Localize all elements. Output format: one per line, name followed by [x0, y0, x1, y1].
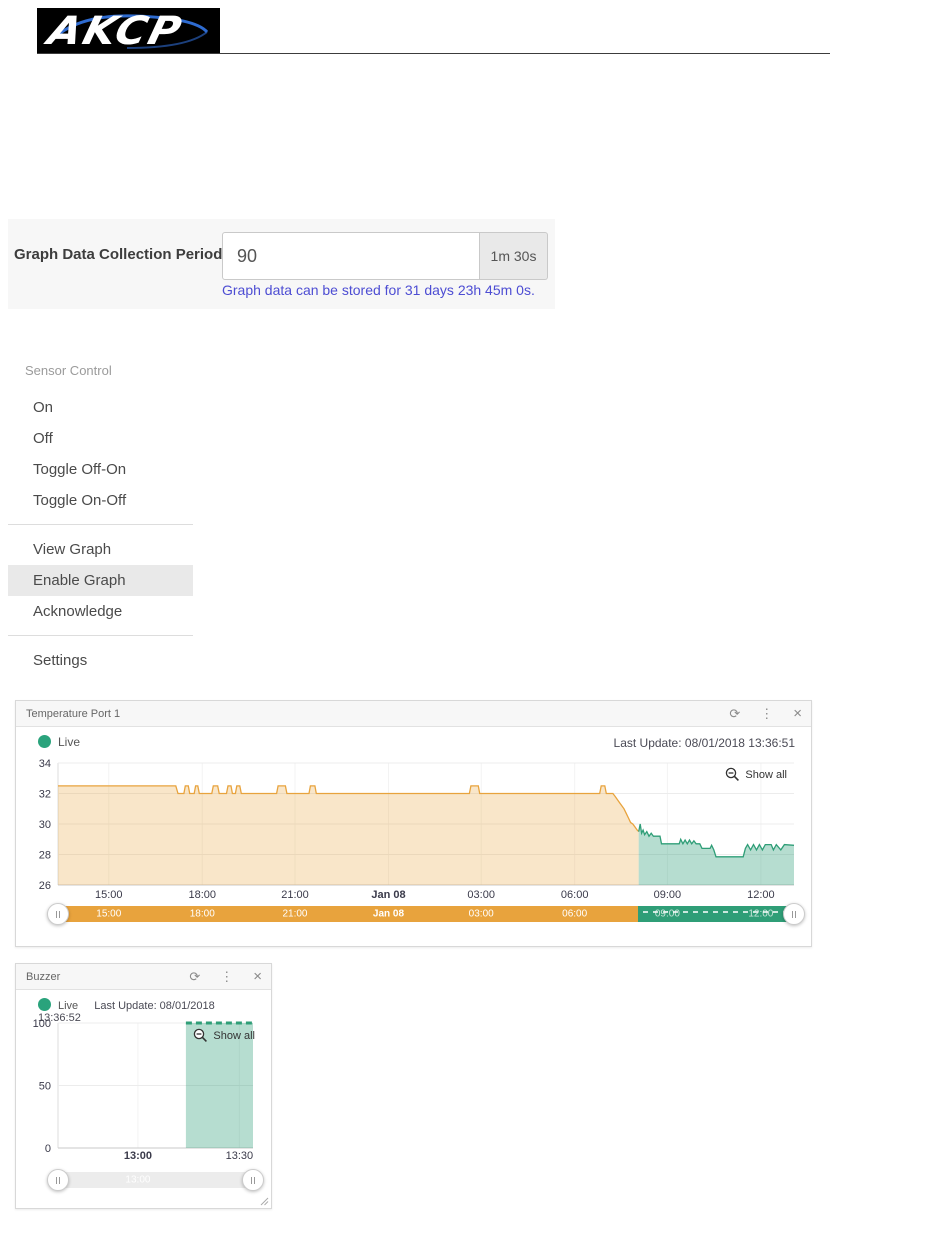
navigator-left-handle[interactable]	[47, 903, 69, 925]
logo-text: AKCP	[43, 9, 188, 54]
navigator-segment[interactable]: 15:00 18:00 21:00 Jan 08 03:00 06:00	[58, 906, 638, 922]
menu-item-enable-graph[interactable]: Enable Graph	[8, 565, 193, 596]
refresh-icon[interactable]: ⟳	[729, 707, 740, 720]
akcp-logo: AKCP	[37, 8, 220, 54]
panel-title: Buzzer	[26, 970, 61, 983]
svg-text:0: 0	[45, 1143, 51, 1155]
live-legend-dot-icon	[38, 998, 51, 1011]
navigator-track[interactable]: 15:00 18:00 21:00 Jan 08 03:00 06:00 09:00 12:0…	[58, 906, 794, 922]
svg-text:28: 28	[39, 850, 51, 862]
navigator-label: 21:00	[282, 908, 308, 920]
svg-text:30: 30	[39, 819, 51, 831]
last-update-text: Last Update: 08/01/2018 13:36:51	[613, 736, 795, 750]
menu-item-acknowledge[interactable]: Acknowledge	[8, 596, 193, 627]
navigator-label: 09:00	[654, 908, 680, 920]
navigator-segment[interactable]: 13:00	[58, 1172, 253, 1188]
show-all-label: Show all	[745, 768, 787, 781]
navigator-left-handle[interactable]	[47, 1169, 69, 1191]
close-icon[interactable]: ×	[253, 969, 262, 984]
zoom-out-icon	[194, 1028, 208, 1042]
navigator-label: 15:00	[96, 908, 122, 920]
collection-period-input-group: 1m 30s	[222, 232, 548, 280]
graph-collection-period-section: Graph Data Collection Period 1m 30s Grap…	[8, 219, 555, 309]
temperature-chart: 15:00 18:00 21:00 Jan 08 03:00 06:00 09:00 12:0…	[39, 758, 795, 901]
svg-text:13:00: 13:00	[124, 1150, 152, 1162]
legend-row: Live Last Update: 08/01/2018 13:36:51	[38, 735, 795, 751]
show-all-label: Show all	[213, 1029, 255, 1042]
svg-text:32: 32	[39, 789, 51, 801]
panel-header: Temperature Port 1 ⟳ ⋮ ×	[16, 701, 811, 727]
close-icon[interactable]: ×	[793, 706, 802, 721]
navigator-label: 06:00	[562, 908, 588, 920]
resize-grip-icon[interactable]	[260, 1197, 269, 1206]
header-divider	[37, 53, 830, 54]
menu-divider	[8, 635, 193, 636]
sensor-control-menu: Sensor Control On Off Toggle Off-On Togg…	[8, 355, 193, 676]
temperature-graph-panel: Temperature Port 1 ⟳ ⋮ × Live Last Updat…	[15, 700, 812, 947]
zoom-out-icon	[726, 767, 740, 781]
svg-text:13:30: 13:30	[226, 1150, 254, 1162]
legend-row: Live Last Update: 08/01/2018 13:36:52	[38, 998, 255, 1024]
kebab-menu-icon[interactable]: ⋮	[220, 970, 233, 983]
svg-text:100: 100	[33, 1018, 51, 1030]
svg-text:34: 34	[39, 758, 51, 770]
menu-item-toggle-on-off[interactable]: Toggle On-Off	[8, 485, 193, 516]
menu-item-off[interactable]: Off	[8, 423, 193, 454]
menu-item-toggle-off-on[interactable]: Toggle Off-On	[8, 454, 193, 485]
kebab-menu-icon[interactable]: ⋮	[760, 707, 773, 720]
collection-period-help-text: Graph data can be stored for 31 days 23h…	[222, 282, 535, 298]
range-navigator: 15:00 18:00 21:00 Jan 08 03:00 06:00 09:00 12:0…	[47, 898, 805, 930]
buzzer-graph-panel: Buzzer ⟳ ⋮ × Live Last Update: 08/01/201…	[15, 963, 272, 1209]
menu-divider	[8, 524, 193, 525]
navigator-label: 18:00	[189, 908, 215, 920]
menu-header: Sensor Control	[25, 363, 112, 378]
live-legend-dot-icon	[38, 735, 51, 748]
menu-item-view-graph[interactable]: View Graph	[8, 534, 193, 565]
navigator-label: Jan 08	[372, 908, 405, 920]
navigator-segment[interactable]: 09:00 12:00	[637, 906, 794, 922]
legend-label: Live	[58, 735, 81, 749]
collection-period-unit-addon: 1m 30s	[480, 232, 548, 280]
collection-period-input[interactable]	[222, 232, 480, 280]
menu-item-on[interactable]: On	[8, 392, 193, 423]
menu-item-settings[interactable]: Settings	[8, 645, 193, 676]
show-all-button[interactable]: Show all	[725, 767, 787, 782]
panel-title: Temperature Port 1	[26, 707, 121, 720]
navigator-track[interactable]: 13:00	[58, 1172, 253, 1188]
navigator-right-handle[interactable]	[783, 903, 805, 925]
svg-text:50: 50	[39, 1081, 51, 1093]
collection-period-label: Graph Data Collection Period	[14, 246, 223, 263]
svg-text:26: 26	[39, 880, 51, 892]
navigator-right-handle[interactable]	[242, 1169, 264, 1191]
range-navigator: 13:00	[47, 1164, 264, 1196]
panel-header: Buzzer ⟳ ⋮ ×	[16, 964, 271, 990]
navigator-label: 12:00	[748, 908, 774, 920]
refresh-icon[interactable]: ⟳	[189, 970, 200, 983]
navigator-label: 13:00	[125, 1174, 151, 1186]
page: AKCP Graph Data Collection Period 1m 30s…	[0, 0, 950, 1260]
navigator-label: 03:00	[468, 908, 494, 920]
legend-label: Live	[58, 1000, 79, 1012]
show-all-button[interactable]: Show all	[193, 1028, 255, 1043]
